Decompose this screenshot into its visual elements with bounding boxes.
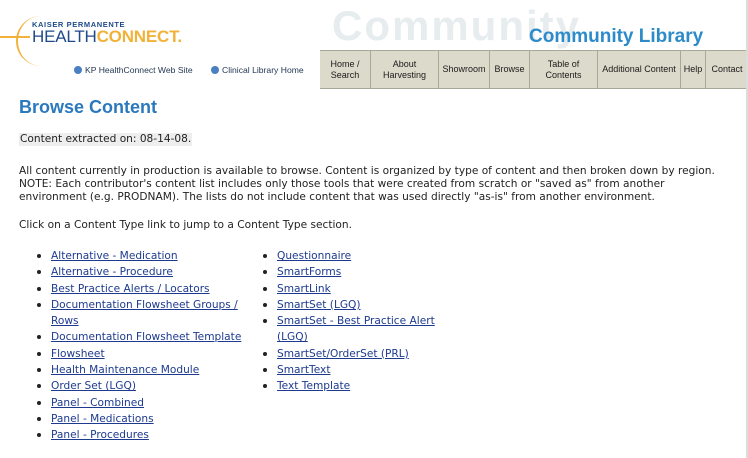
content-type-link[interactable]: Questionnaire xyxy=(277,250,351,262)
content-type-link[interactable]: Panel - Procedures xyxy=(51,429,149,441)
content-type-list-right: Questionnaire SmartForms SmartLink SmartSet… xyxy=(261,248,461,395)
nav-help[interactable]: Help xyxy=(680,51,705,88)
content-type-link[interactable]: SmartText xyxy=(277,364,330,376)
link-label: Clinical Library Home xyxy=(222,65,304,75)
nav-home-search[interactable]: Home / Search xyxy=(320,51,370,88)
link-label: KP HealthConnect Web Site xyxy=(85,65,193,75)
list-item: SmartText xyxy=(261,362,461,378)
content-type-link[interactable]: SmartForms xyxy=(277,266,341,278)
content-type-link[interactable]: SmartLink xyxy=(277,283,331,295)
nav-additional-content[interactable]: Additional Content xyxy=(597,51,680,88)
list-item: Best Practice Alerts / Locators xyxy=(35,281,245,297)
clinical-library-home-link[interactable]: Clinical Library Home xyxy=(211,65,304,75)
list-item: SmartSet - Best Practice Alert (LGQ) xyxy=(261,313,461,346)
kp-healthconnect-web-site-link[interactable]: KP HealthConnect Web Site xyxy=(74,65,193,75)
content-type-link[interactable]: Alternative - Procedure xyxy=(51,266,173,278)
content-type-link[interactable]: Flowsheet xyxy=(51,348,105,360)
content-type-link[interactable]: Best Practice Alerts / Locators xyxy=(51,283,210,295)
list-item: Documentation Flowsheet Template xyxy=(35,329,245,345)
content-type-link[interactable]: Text Template xyxy=(277,380,350,392)
content-type-link[interactable]: Panel - Medications xyxy=(51,413,154,425)
list-item: Documentation Flowsheet Groups / Rows xyxy=(35,297,245,330)
list-item: Order Set (LGQ) xyxy=(35,378,245,394)
bullet-dot-icon xyxy=(211,66,219,74)
nav-contact[interactable]: Contact xyxy=(705,51,748,88)
list-item: SmartLink xyxy=(261,281,461,297)
content-type-link[interactable]: Health Maintenance Module xyxy=(51,364,199,376)
brand-healthconnect-logo[interactable]: HEALTHCONNECT. xyxy=(32,27,182,47)
list-item: Alternative - Medication xyxy=(35,248,245,264)
content-type-list-left: Alternative - Medication Alternative - Pr… xyxy=(35,248,245,444)
content-type-link[interactable]: SmartSet - Best Practice Alert (LGQ) xyxy=(277,315,435,343)
content-type-link[interactable]: Documentation Flowsheet Template xyxy=(51,331,241,343)
content-type-link[interactable]: Alternative - Medication xyxy=(51,250,178,262)
nav-about-harvesting[interactable]: About Harvesting xyxy=(370,51,438,88)
list-item: Panel - Combined xyxy=(35,395,245,411)
list-item: Health Maintenance Module xyxy=(35,362,245,378)
brand-health-text: HEALTH xyxy=(32,27,97,46)
nav-browse[interactable]: Browse xyxy=(489,51,529,88)
content-type-link[interactable]: Panel - Combined xyxy=(51,397,144,409)
list-item: Alternative - Procedure xyxy=(35,264,245,280)
bullet-dot-icon xyxy=(74,66,82,74)
list-item: SmartForms xyxy=(261,264,461,280)
click-hint: Click on a Content Type link to jump to … xyxy=(19,219,352,231)
list-item: Panel - Medications xyxy=(35,411,245,427)
list-item: SmartSet/OrderSet (PRL) xyxy=(261,346,461,362)
list-item: Panel - Procedures xyxy=(35,427,245,443)
content-type-link[interactable]: Documentation Flowsheet Groups / Rows xyxy=(51,299,238,327)
site-header: KAISER PERMANENTE HEALTHCONNECT. KP Heal… xyxy=(0,0,748,89)
nav-showroom[interactable]: Showroom xyxy=(438,51,489,88)
list-item: Questionnaire xyxy=(261,248,461,264)
content-type-link[interactable]: Order Set (LGQ) xyxy=(51,380,136,392)
main-navigation: Home / Search About Harvesting Showroom … xyxy=(320,50,748,89)
brand-connect-text: CONNECT. xyxy=(96,27,182,46)
list-item: Flowsheet xyxy=(35,346,245,362)
nav-table-of-contents[interactable]: Table of Contents xyxy=(529,51,597,88)
community-library-title: Community Library xyxy=(529,26,704,47)
content-type-link[interactable]: SmartSet (LGQ) xyxy=(277,299,361,311)
list-item: Text Template xyxy=(261,378,461,394)
page-title: Browse Content xyxy=(19,97,158,117)
extraction-date: Content extracted on: 08-14-08. xyxy=(19,133,193,146)
list-item: SmartSet (LGQ) xyxy=(261,297,461,313)
intro-paragraph: All content currently in production is a… xyxy=(19,165,715,203)
content-type-link[interactable]: SmartSet/OrderSet (PRL) xyxy=(277,348,409,360)
